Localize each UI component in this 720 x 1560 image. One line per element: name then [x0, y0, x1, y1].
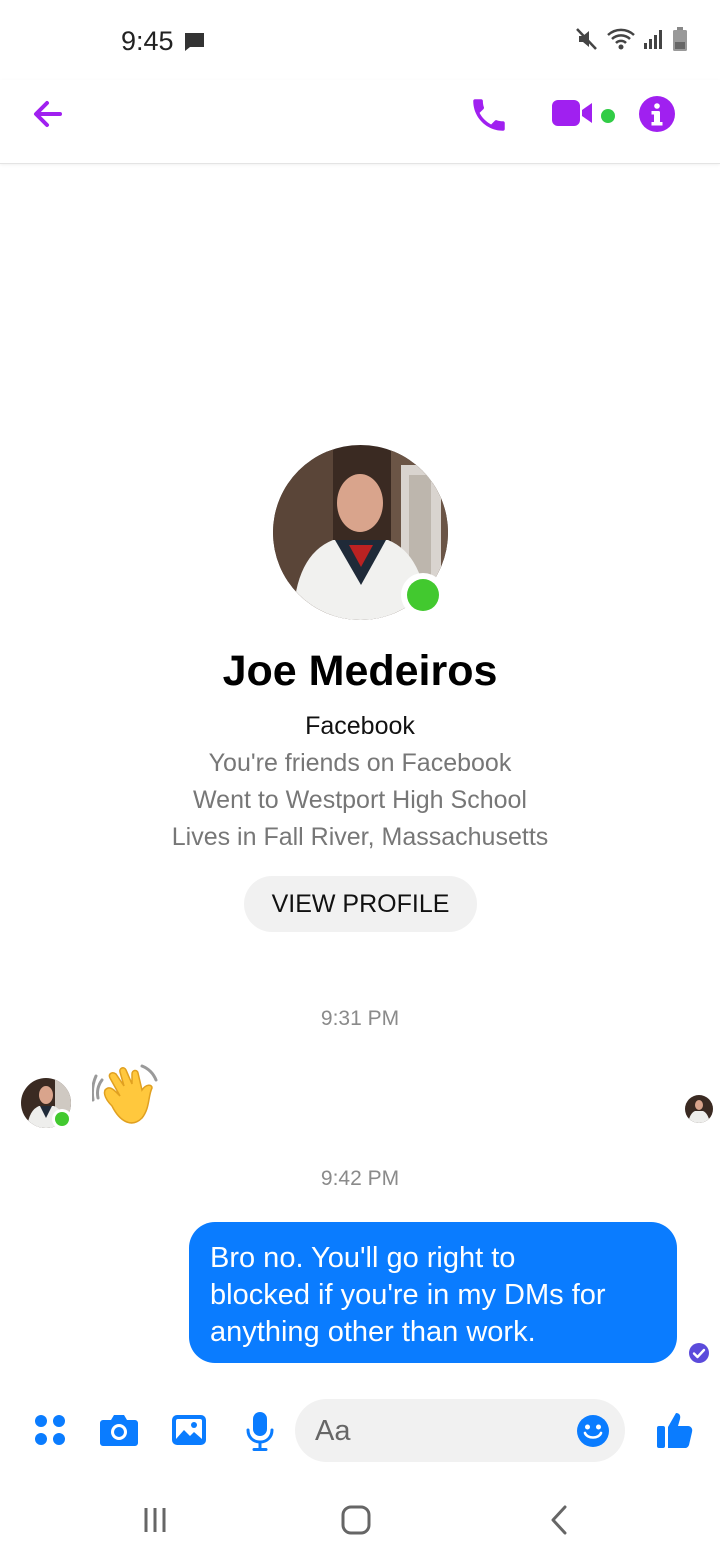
apps-grid-icon[interactable]	[32, 1412, 68, 1453]
message-icon	[182, 30, 206, 59]
status-time: 9:45	[121, 26, 174, 56]
online-status-dot	[601, 109, 615, 123]
phone-call-icon[interactable]	[468, 94, 510, 141]
profile-name: Joe Medeiros	[222, 647, 498, 695]
message-timestamp: 9:42 PM	[320, 1167, 400, 1190]
home-icon[interactable]	[340, 1504, 372, 1541]
message-line: anything other than work.	[210, 1316, 536, 1348]
chat-header	[0, 80, 720, 164]
message-timestamp: 9:31 PM	[320, 1007, 400, 1030]
gallery-icon[interactable]	[170, 1412, 208, 1453]
message-input[interactable]	[315, 1409, 565, 1453]
sent-message-bubble[interactable]: Bro no. You'll go right to blocked if yo…	[189, 1222, 677, 1363]
emoji-icon[interactable]	[576, 1414, 610, 1453]
profile-detail-friends: You're friends on Facebook	[208, 749, 512, 777]
thumbs-up-icon[interactable]	[655, 1410, 693, 1455]
profile-source: Facebook	[305, 712, 415, 740]
message-field[interactable]	[295, 1399, 625, 1462]
sender-online-indicator	[52, 1109, 72, 1129]
profile-detail-location: Lives in Fall River, Massachusetts	[171, 823, 549, 851]
back-icon[interactable]	[548, 1504, 570, 1541]
waving-hand-icon[interactable]	[90, 1062, 162, 1133]
message-line: Bro no. You'll go right to	[210, 1242, 516, 1274]
status-icons	[574, 26, 688, 56]
back-arrow-icon[interactable]	[28, 94, 68, 139]
profile-detail-school: Went to Westport High School	[193, 786, 527, 814]
seen-check-icon	[688, 1342, 710, 1369]
info-icon[interactable]	[638, 95, 676, 138]
video-call-icon[interactable]	[550, 98, 596, 133]
profile-online-indicator	[401, 573, 445, 617]
status-bar: 9:45	[0, 0, 720, 80]
wifi-icon	[606, 26, 636, 57]
signal-icon	[642, 27, 666, 56]
battery-icon	[672, 26, 688, 57]
read-receipt-avatar	[685, 1095, 713, 1123]
mute-icon	[574, 26, 600, 57]
message-line: blocked if you're in my DMs for	[210, 1279, 606, 1311]
camera-icon[interactable]	[99, 1412, 139, 1453]
microphone-icon[interactable]	[245, 1410, 275, 1457]
view-profile-button[interactable]: VIEW PROFILE	[244, 876, 477, 932]
recents-icon[interactable]	[140, 1505, 170, 1540]
